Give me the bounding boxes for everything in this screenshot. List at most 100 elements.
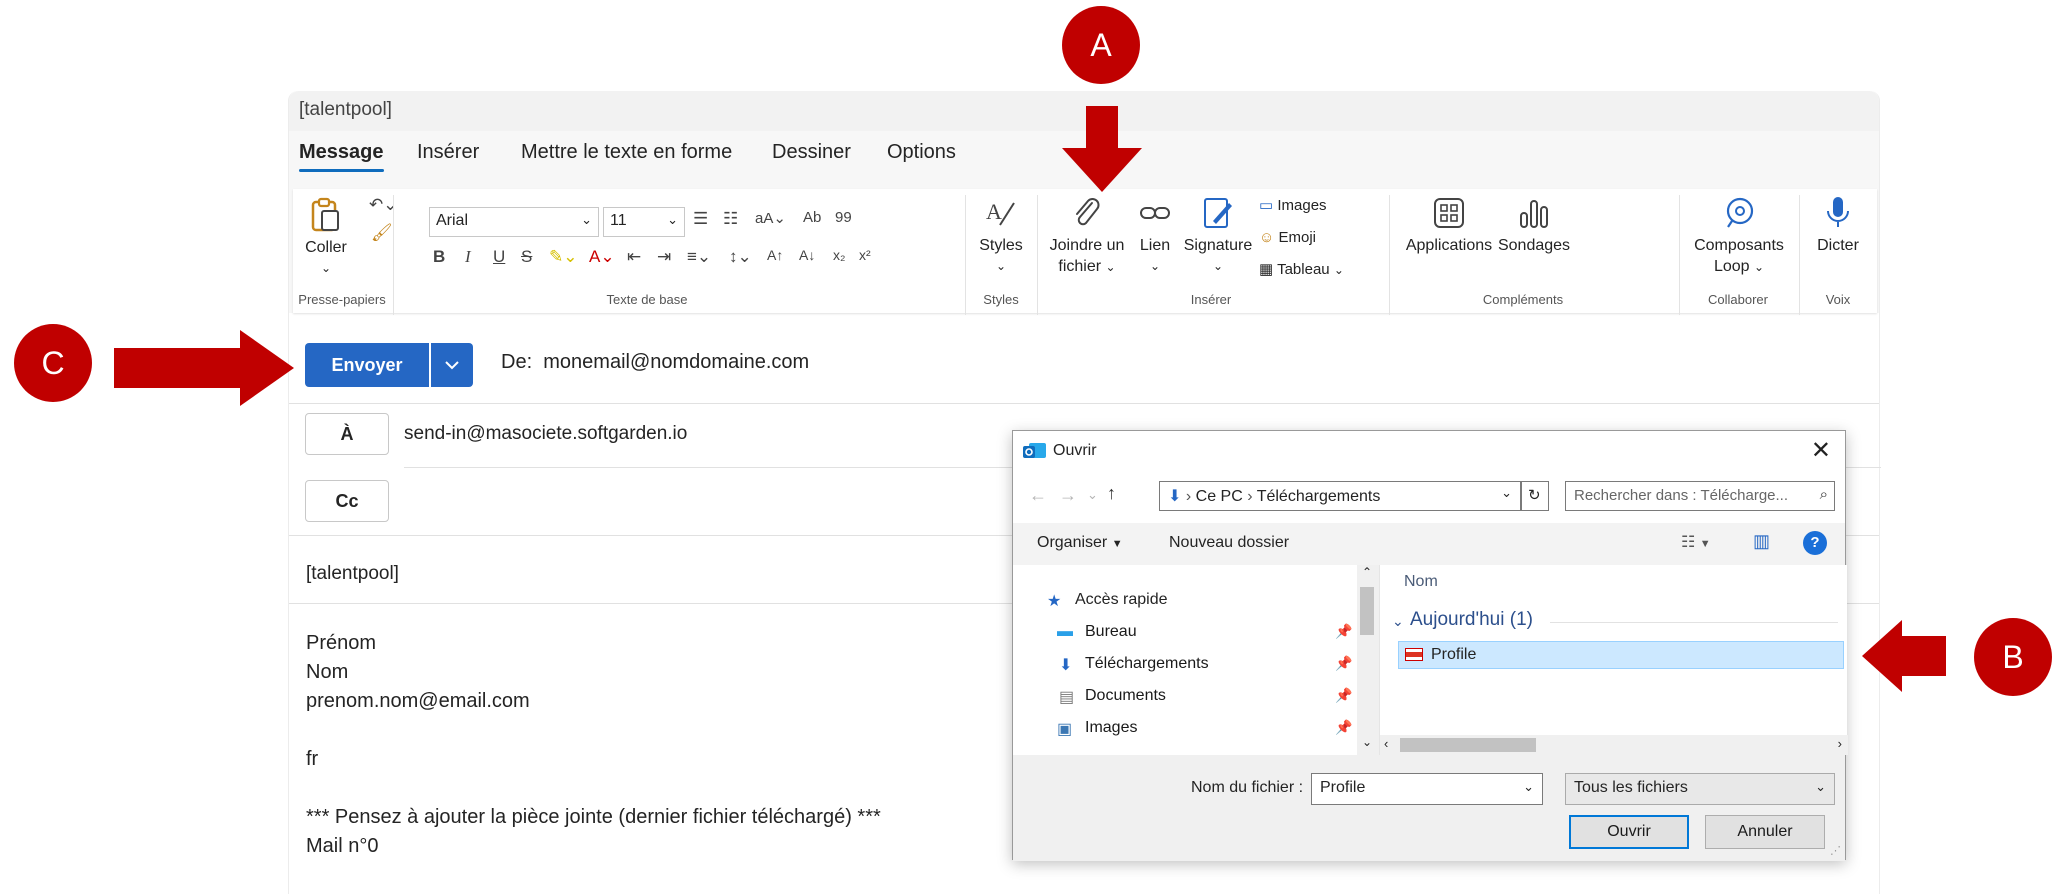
align-icon[interactable]: ≡⌄ bbox=[687, 247, 711, 267]
column-header-name[interactable]: Nom bbox=[1404, 573, 1438, 591]
bold-icon[interactable]: B bbox=[433, 247, 445, 267]
nav-quick-access[interactable]: Accès rapide bbox=[1075, 591, 1168, 609]
tab-draw[interactable]: Dessiner bbox=[772, 141, 851, 164]
nav-item-desktop[interactable]: Bureau bbox=[1085, 623, 1137, 641]
star-icon: ★ bbox=[1047, 593, 1062, 610]
organize-label: Organiser bbox=[1037, 534, 1108, 551]
recent-locations-icon[interactable]: ⌄ bbox=[1087, 487, 1098, 503]
subscript-icon[interactable]: x₂ bbox=[833, 247, 845, 263]
send-options-button[interactable] bbox=[431, 343, 473, 387]
organize-menu[interactable]: Organiser ▼ bbox=[1037, 534, 1123, 552]
scroll-up-icon[interactable]: ⌃ bbox=[1362, 565, 1372, 579]
files-hscrollbar[interactable]: ‹ › bbox=[1380, 735, 1848, 755]
table-button[interactable]: ▦ Tableau ⌄ bbox=[1259, 259, 1344, 281]
strikethrough-icon[interactable]: S bbox=[521, 247, 532, 267]
filename-input[interactable]: Profile ⌄ bbox=[1311, 773, 1543, 805]
bullets-icon[interactable]: ☰ bbox=[693, 209, 708, 229]
quote-icon[interactable]: 99 bbox=[835, 209, 852, 226]
message-body[interactable]: Prénom Nom prenom.nom@email.com fr *** P… bbox=[306, 629, 881, 861]
breadcrumb-downloads[interactable]: Téléchargements bbox=[1257, 488, 1381, 505]
shrink-font-icon[interactable]: A↓ bbox=[799, 247, 815, 263]
scroll-thumb[interactable] bbox=[1400, 738, 1536, 752]
divider bbox=[1679, 195, 1680, 315]
link-icon bbox=[1140, 207, 1170, 219]
format-painter-icon[interactable]: 🖌 bbox=[371, 223, 393, 243]
signature-button[interactable]: Signature ⌄ bbox=[1181, 195, 1255, 277]
signature-icon bbox=[1204, 198, 1232, 228]
tab-insert[interactable]: Insérer bbox=[417, 141, 479, 164]
send-button[interactable]: Envoyer bbox=[305, 343, 429, 387]
file-type-select[interactable]: Tous les fichiers ⌄ bbox=[1565, 773, 1835, 805]
change-case-icon[interactable]: aA⌄ bbox=[755, 209, 786, 227]
resize-grip-icon[interactable]: ⋰ bbox=[1830, 844, 1841, 857]
grow-font-icon[interactable]: A↑ bbox=[767, 247, 783, 263]
images-button[interactable]: ▭ Images bbox=[1259, 195, 1327, 216]
breadcrumb-this-pc[interactable]: Ce PC bbox=[1196, 488, 1243, 505]
scroll-left-icon[interactable]: ‹ bbox=[1384, 736, 1388, 751]
tab-message[interactable]: Message bbox=[299, 141, 384, 172]
nav-scrollbar[interactable]: ⌃ ⌄ bbox=[1357, 565, 1377, 755]
chevron-down-icon[interactable]: ⌄ bbox=[1392, 613, 1404, 630]
close-icon[interactable]: ✕ bbox=[1811, 436, 1831, 465]
chevron-down-icon[interactable]: ⌄ bbox=[1523, 779, 1534, 795]
cancel-button[interactable]: Annuler bbox=[1705, 815, 1825, 849]
chevron-down-icon[interactable]: ⌄ bbox=[1501, 485, 1512, 501]
highlight-icon[interactable]: ✎⌄ bbox=[549, 247, 578, 267]
cc-button[interactable]: Cc bbox=[305, 480, 389, 522]
search-input[interactable]: Rechercher dans : Télécharge... ⌕ bbox=[1565, 481, 1835, 511]
underline-icon[interactable]: U bbox=[493, 247, 505, 267]
decrease-indent-icon[interactable]: ⇤ bbox=[627, 247, 641, 267]
view-options-icon[interactable]: ☷ ▼ bbox=[1681, 532, 1711, 552]
emoji-button[interactable]: ☺ Emoji bbox=[1259, 227, 1316, 248]
back-icon[interactable]: ← bbox=[1029, 485, 1047, 506]
increase-indent-icon[interactable]: ⇥ bbox=[657, 247, 671, 267]
applications-button[interactable]: Applications bbox=[1401, 195, 1497, 256]
styles-button[interactable]: A Styles ⌄ bbox=[973, 195, 1029, 277]
font-name-select[interactable]: Arial ⌄ bbox=[429, 207, 599, 237]
forward-icon[interactable]: → bbox=[1059, 485, 1077, 506]
paste-button[interactable]: Coller ⌄ bbox=[301, 197, 351, 279]
pdf-file-icon bbox=[1405, 648, 1423, 661]
nav-item-pictures[interactable]: Images bbox=[1085, 719, 1137, 737]
italic-icon[interactable]: I bbox=[465, 247, 471, 267]
numbering-icon[interactable]: ☷ bbox=[723, 209, 738, 229]
open-button[interactable]: Ouvrir bbox=[1569, 815, 1689, 849]
to-button[interactable]: À bbox=[305, 413, 389, 455]
polls-button[interactable]: Sondages bbox=[1497, 195, 1571, 256]
preview-pane-icon[interactable]: ▥ bbox=[1753, 531, 1770, 552]
superscript-icon[interactable]: x² bbox=[859, 247, 871, 263]
scroll-right-icon[interactable]: › bbox=[1838, 736, 1842, 751]
nav-item-downloads[interactable]: Téléchargements bbox=[1085, 655, 1209, 673]
font-color-icon[interactable]: A⌄ bbox=[589, 247, 615, 267]
pin-icon: 📌 bbox=[1335, 623, 1353, 639]
new-folder-button[interactable]: Nouveau dossier bbox=[1169, 534, 1289, 552]
spellcheck-icon[interactable]: Ab bbox=[803, 209, 821, 226]
tab-options[interactable]: Options bbox=[887, 141, 956, 164]
from-field[interactable]: De: monemail@nomdomaine.com bbox=[501, 351, 809, 374]
line-spacing-icon[interactable]: ↕⌄ bbox=[729, 247, 752, 267]
file-row-selected[interactable]: Profile bbox=[1398, 641, 1844, 669]
link-button[interactable]: Lien ⌄ bbox=[1133, 195, 1177, 277]
caret-down-icon: ▼ bbox=[1111, 538, 1123, 550]
table-icon: ▦ bbox=[1259, 261, 1274, 278]
nav-item-documents[interactable]: Documents bbox=[1085, 687, 1166, 705]
search-icon: ⌕ bbox=[1819, 486, 1828, 503]
help-icon[interactable]: ? bbox=[1803, 531, 1827, 555]
chevron-down-icon: ⌄ bbox=[1105, 260, 1116, 274]
annotation-badge-a: A bbox=[1062, 6, 1140, 84]
loop-components-button[interactable]: Composants Loop ⌄ bbox=[1689, 195, 1789, 278]
subject-field[interactable]: [talentpool] bbox=[306, 563, 399, 585]
up-icon[interactable]: ↑ bbox=[1107, 483, 1116, 504]
group-header-today[interactable]: Aujourd'hui (1) bbox=[1410, 609, 1533, 631]
refresh-button[interactable]: ↻ bbox=[1521, 481, 1549, 511]
dictate-button[interactable]: Dicter bbox=[1807, 195, 1869, 256]
from-value: monemail@nomdomaine.com bbox=[543, 351, 810, 373]
to-recipient[interactable]: send-in@masociete.softgarden.io bbox=[404, 423, 687, 445]
scroll-down-icon[interactable]: ⌄ bbox=[1362, 735, 1372, 749]
chevron-down-icon bbox=[445, 361, 459, 370]
scroll-thumb[interactable] bbox=[1360, 587, 1374, 635]
tab-format-text[interactable]: Mettre le texte en forme bbox=[521, 141, 732, 164]
address-bar[interactable]: ⬇ › Ce PC › Téléchargements ⌄ bbox=[1159, 481, 1521, 511]
attach-file-button[interactable]: Joindre un fichier ⌄ bbox=[1045, 195, 1129, 278]
font-size-select[interactable]: 11 ⌄ bbox=[603, 207, 685, 237]
